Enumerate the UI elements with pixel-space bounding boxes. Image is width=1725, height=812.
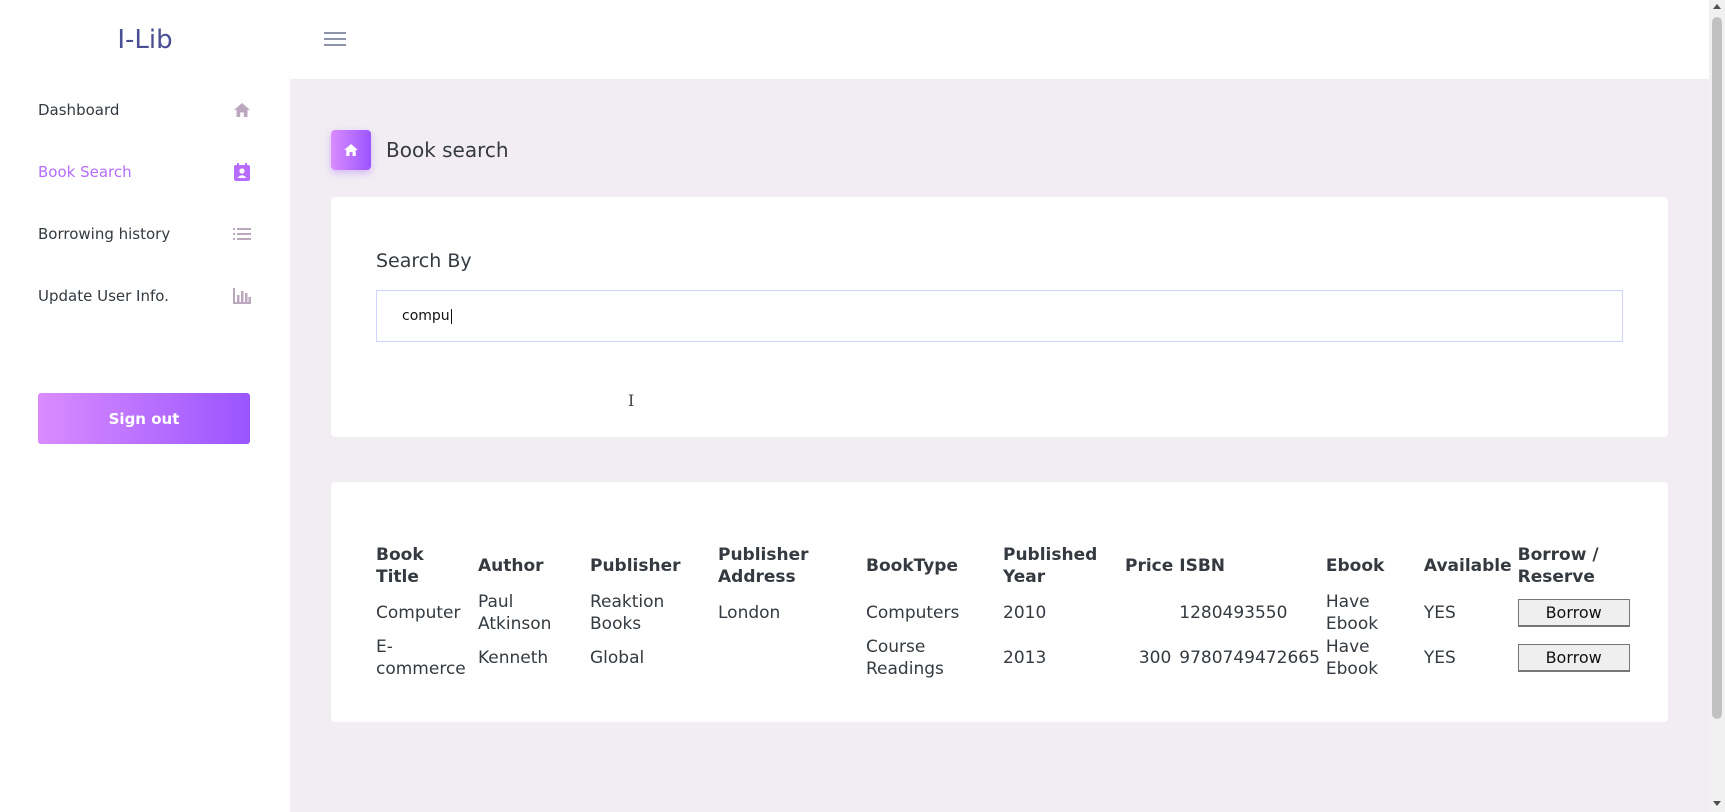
cell-book-title: Computer: [376, 602, 461, 623]
hamburger-icon: [324, 32, 346, 46]
cell-borrow: Borrow: [1514, 590, 1634, 635]
main-content: Book search Search By compu I Book Title…: [290, 79, 1709, 812]
column-header: Ebook: [1325, 556, 1385, 576]
cell-price: 300: [1138, 647, 1172, 668]
cell-published-year: 2010: [1003, 602, 1047, 623]
results-card: Book Title Author Publisher Publisher Ad…: [331, 482, 1668, 722]
cell-ebook: Have Ebook: [1325, 636, 1379, 679]
text-caret: [450, 308, 452, 324]
sidebar-item-update-user-info[interactable]: Update User Info.: [38, 276, 252, 316]
cell-publisher-address: [714, 635, 862, 680]
sign-out-button[interactable]: Sign out: [38, 393, 250, 444]
cell-book-type: Computers: [866, 602, 960, 623]
text-cursor-icon: I: [628, 391, 635, 410]
column-header: Book Title: [376, 545, 424, 587]
cell-isbn: 1280493550: [1179, 602, 1288, 623]
list-icon: [232, 224, 252, 244]
contact-card-icon: [232, 162, 252, 182]
search-input-value: compu: [402, 308, 450, 324]
home-icon: [331, 130, 371, 170]
column-header: ISBN: [1179, 556, 1226, 576]
brand-logo[interactable]: I-Lib: [0, 0, 290, 79]
cell-book-title: E-commerce: [376, 636, 466, 679]
top-navbar: I-Lib: [0, 0, 1709, 79]
page-title: Book search: [386, 138, 509, 162]
home-icon: [232, 100, 252, 120]
sidebar-item-label: Dashboard: [38, 101, 120, 119]
vertical-scrollbar[interactable]: [1709, 0, 1725, 812]
cell-publisher-address: London: [718, 602, 781, 623]
cell-author: Paul Atkinson: [478, 591, 552, 634]
column-header: Available: [1423, 556, 1512, 576]
scroll-down-arrow-icon[interactable]: [1713, 801, 1721, 806]
sidebar-item-label: Book Search: [38, 163, 132, 181]
sidebar: Dashboard Book Search Borrowing history …: [0, 79, 290, 812]
scroll-up-arrow-icon[interactable]: [1713, 4, 1721, 9]
cell-publisher: Reaktion Books: [590, 591, 665, 634]
page-header: Book search: [331, 129, 509, 171]
sidebar-item-book-search[interactable]: Book Search: [38, 152, 252, 192]
cell-book-type: Course Readings: [866, 636, 944, 679]
cell-published-year: 2013: [1003, 647, 1047, 668]
results-table: Book Title Author Publisher Publisher Ad…: [372, 542, 1634, 680]
sidebar-item-dashboard[interactable]: Dashboard: [38, 90, 252, 130]
search-by-label: Search By: [376, 250, 472, 272]
bar-chart-icon: [232, 286, 252, 306]
cell-author: Kenneth: [478, 647, 549, 668]
cell-borrow: Borrow: [1514, 635, 1634, 680]
column-header: BookType: [866, 556, 958, 576]
table-row: Computer Paul Atkinson Reaktion Books Lo…: [372, 590, 1634, 635]
column-header: Publisher: [590, 556, 681, 576]
cell-available: YES: [1423, 647, 1456, 668]
borrow-button[interactable]: Borrow: [1517, 643, 1630, 672]
borrow-button[interactable]: Borrow: [1517, 598, 1630, 627]
cell-available: YES: [1423, 602, 1456, 623]
search-input[interactable]: compu I: [376, 290, 1623, 410]
sidebar-item-borrowing-history[interactable]: Borrowing history: [38, 214, 252, 254]
column-header: Author: [478, 556, 544, 576]
cell-publisher: Global: [590, 647, 645, 668]
menu-toggle-button[interactable]: [320, 26, 350, 52]
column-header: Published Year: [1003, 545, 1098, 587]
scrollbar-thumb[interactable]: [1712, 17, 1722, 719]
table-row: E-commerce Kenneth Global Course Reading…: [372, 635, 1634, 680]
column-header: Price: [1125, 556, 1174, 576]
sidebar-item-label: Update User Info.: [38, 287, 169, 305]
cell-isbn: 9780749472665: [1179, 647, 1320, 668]
cell-price: [1121, 590, 1175, 635]
sidebar-item-label: Borrowing history: [38, 225, 171, 243]
table-header-row: Book Title Author Publisher Publisher Ad…: [372, 542, 1634, 590]
cell-ebook: Have Ebook: [1325, 591, 1379, 634]
search-card: Search By compu I: [331, 197, 1668, 437]
column-header: Publisher Address: [718, 545, 809, 587]
column-header: Borrow / Reserve: [1517, 545, 1599, 587]
